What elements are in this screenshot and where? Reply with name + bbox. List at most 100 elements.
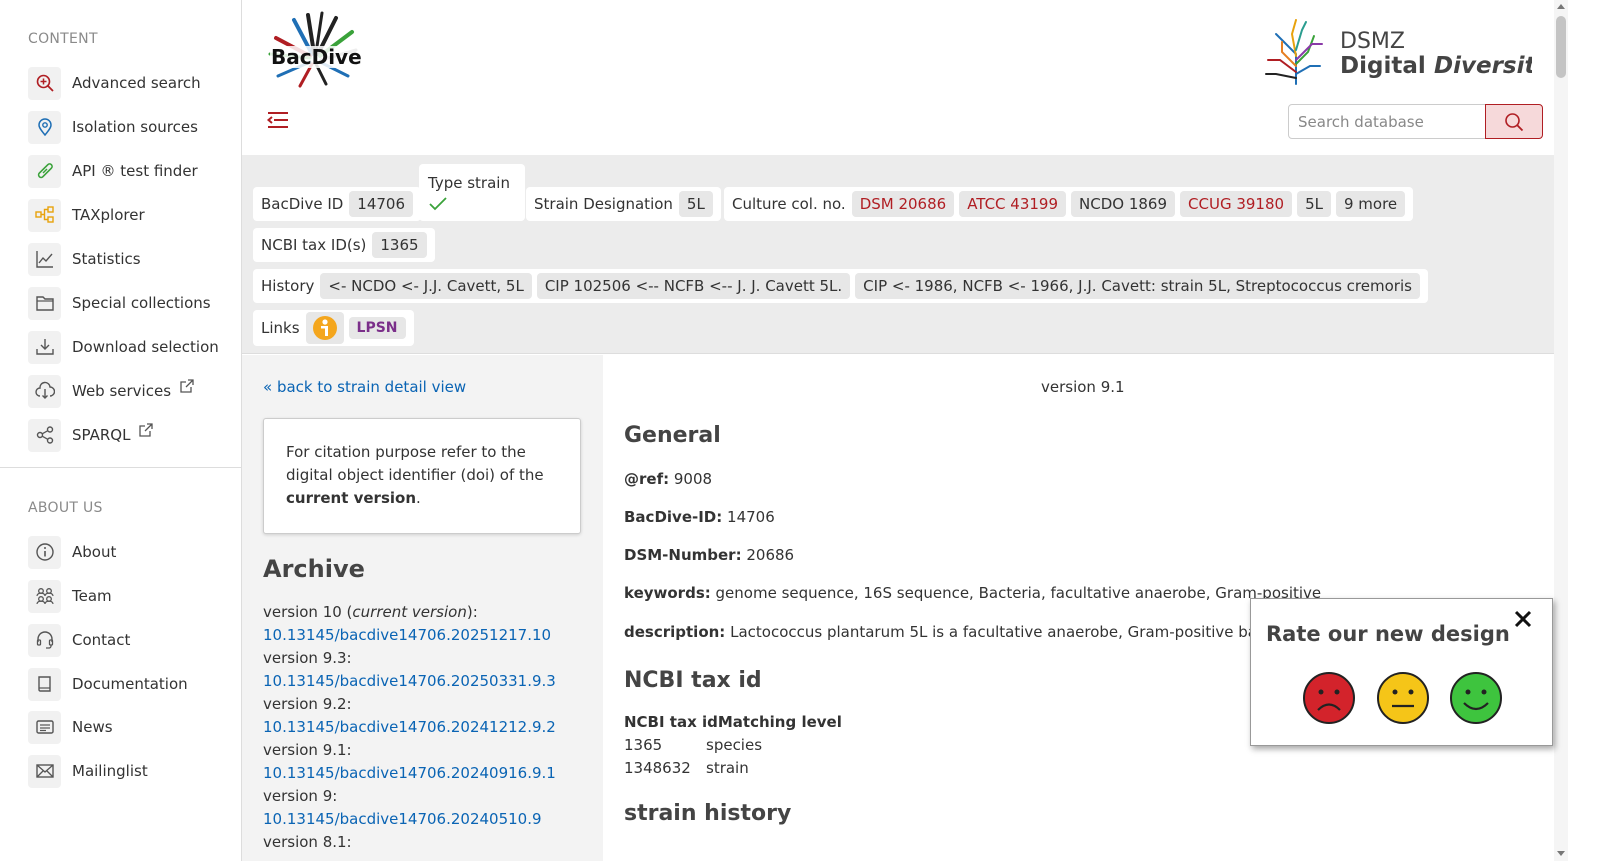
bacdive-id-group: BacDive ID 14706	[253, 187, 422, 221]
sidebar-item-sparql[interactable]: SPARQL	[28, 418, 228, 452]
cloud-download-icon	[28, 374, 61, 408]
info-link-button[interactable]	[305, 312, 344, 344]
happy-face-icon[interactable]	[1449, 671, 1503, 725]
archive-title: Archive	[263, 555, 365, 583]
external-link-icon	[180, 379, 194, 393]
sidebar-divider	[0, 467, 241, 468]
history-group: History <- NCDO <- J.J. Cavett, 5L CIP 1…	[253, 269, 1428, 303]
sidebar-item-isolation-sources[interactable]: Isolation sources	[28, 110, 228, 144]
dsmz-digital-diversity-logo[interactable]: DSMZ Digital Diversity	[1262, 14, 1532, 86]
strain-history-section-title: strain history	[624, 801, 792, 826]
folder-icon	[28, 286, 61, 320]
line-chart-icon	[28, 242, 61, 276]
description-field: description: Lactococcus plantarum 5L is…	[624, 623, 1315, 641]
download-icon	[28, 330, 61, 364]
test-tube-icon	[28, 154, 61, 188]
headset-icon	[28, 623, 61, 657]
strain-info-bar: BacDive ID 14706 Type strain Strain Desi…	[242, 155, 1554, 354]
bacdive-id-chip: 14706	[349, 191, 414, 217]
scroll-thumb[interactable]	[1556, 16, 1566, 78]
ncbi-tax-group: NCBI tax ID(s) 1365	[253, 228, 435, 262]
culture-chip-ncdo: NCDO 1869	[1071, 191, 1176, 217]
sidebar-item-news[interactable]: News	[28, 710, 228, 744]
dsmz-text: DSMZ	[1340, 29, 1405, 54]
lpsn-link-button[interactable]: LPSN	[348, 317, 406, 339]
sidebar-item-api-test-finder[interactable]: API ® test finder	[28, 154, 228, 188]
history-chip: <- NCDO <- J.J. Cavett, 5L	[320, 273, 532, 299]
archive-doi-link[interactable]: 10.13145/bacdive14706.20251217.10	[263, 624, 593, 647]
keywords-field: keywords: genome sequence, 16S sequence,…	[624, 584, 1322, 602]
diversity-text: Diversity	[1434, 53, 1532, 79]
sidebar-item-contact[interactable]: Contact	[28, 623, 228, 657]
links-group: Links LPSN	[253, 310, 414, 346]
version-label: version 9.1	[1041, 378, 1125, 396]
share-nodes-icon	[28, 418, 61, 452]
culture-chip-ccug[interactable]: CCUG 39180	[1180, 191, 1293, 217]
info-icon	[28, 535, 61, 569]
sidebar-item-statistics[interactable]: Statistics	[28, 242, 228, 276]
bacdive-id-field: BacDive-ID: 14706	[624, 508, 775, 526]
about-heading: ABOUT US	[28, 500, 103, 516]
sidebar-item-taxplorer[interactable]: TAXplorer	[28, 198, 228, 232]
search-plus-icon	[28, 66, 61, 100]
close-icon[interactable]	[1513, 609, 1533, 629]
team-icon	[28, 579, 61, 613]
table-header-row: NCBI tax id Matching level	[624, 713, 842, 731]
culture-chip-atcc[interactable]: ATCC 43199	[959, 191, 1067, 217]
designation-chip: 5L	[678, 191, 713, 217]
location-pin-icon	[28, 110, 61, 144]
general-section-title: General	[624, 423, 721, 448]
rate-design-popup: Rate our new design	[1250, 598, 1553, 746]
archive-doi-link[interactable]: 10.13145/bacdive14706.20240916.9.1	[263, 762, 593, 785]
ncbi-tax-table: NCBI tax id Matching level 1365 species 13…	[624, 711, 842, 780]
table-row: 1348632 strain	[624, 759, 749, 777]
bacdive-logo-text: BacDive	[271, 45, 362, 69]
search-button[interactable]	[1485, 104, 1543, 139]
sidebar-item-download-selection[interactable]: Download selection	[28, 330, 228, 364]
checkmark-icon	[429, 196, 447, 210]
sidebar-item-documentation[interactable]: Documentation	[28, 667, 228, 701]
archive-version-label: version 9:	[263, 787, 338, 805]
sidebar-item-mailinglist[interactable]: Mailinglist	[28, 754, 228, 788]
scroll-up-arrow[interactable]	[1557, 4, 1565, 9]
dsm-number-field: DSM-Number: 20686	[624, 546, 795, 564]
header: BacDive DSMZ Digital Diversity	[242, 0, 1600, 155]
menu-toggle-icon[interactable]	[266, 108, 290, 132]
archive-version-label: version 9.1:	[263, 741, 352, 759]
archive-doi-link[interactable]: 10.13145/bacdive14706.20241212.9.2	[263, 716, 593, 739]
search-icon	[1505, 112, 1524, 131]
content-heading: CONTENT	[28, 31, 98, 47]
ncbi-id-chip: 1365	[372, 232, 427, 258]
sidebar-item-special-collections[interactable]: Special collections	[28, 286, 228, 320]
archive-list: version 10 (current version): 10.13145/b…	[263, 601, 593, 854]
citation-notice: For citation purpose refer to the digita…	[263, 418, 581, 534]
archive-doi-link[interactable]: 10.13145/bacdive14706.20240510.9	[263, 808, 593, 831]
taxonomy-tree-icon	[28, 198, 61, 232]
back-to-strain-link[interactable]: « back to strain detail view	[263, 378, 466, 396]
history-chip: CIP 102506 <-- NCFB <-- J. J. Cavett 5L.	[536, 273, 851, 299]
culture-chip-5l: 5L	[1297, 191, 1331, 217]
sidebar-item-about[interactable]: About	[28, 535, 228, 569]
archive-doi-link[interactable]: 10.13145/bacdive14706.20250331.9.3	[263, 670, 593, 693]
ncbi-section-title: NCBI tax id	[624, 668, 762, 693]
book-icon	[28, 667, 61, 701]
scroll-down-arrow[interactable]	[1557, 851, 1565, 856]
page-scrollbar[interactable]	[1554, 0, 1568, 861]
sidebar-item-web-services[interactable]: Web services	[28, 374, 228, 408]
info-person-icon	[312, 316, 337, 340]
archive-version-label: version 10 (current version):	[263, 603, 478, 621]
neutral-face-icon[interactable]	[1376, 671, 1430, 725]
ref-field: @ref: 9008	[624, 470, 713, 488]
more-culture-button[interactable]: 9 more	[1335, 191, 1406, 217]
sad-face-icon[interactable]	[1302, 671, 1356, 725]
bacdive-logo[interactable]: BacDive	[264, 10, 364, 90]
search-input[interactable]	[1288, 104, 1486, 139]
archive-version-label: version 8.1:	[263, 833, 352, 851]
culture-chip-dsm[interactable]: DSM 20686	[851, 191, 955, 217]
type-strain-group: Type strain	[419, 164, 525, 221]
sidebar-item-advanced-search[interactable]: Advanced search	[28, 66, 228, 100]
culture-collection-group: Culture col. no. DSM 20686 ATCC 43199 NC…	[724, 187, 1414, 221]
sidebar-item-team[interactable]: Team	[28, 579, 228, 613]
archive-panel: « back to strain detail view For citatio…	[242, 355, 603, 861]
rate-title: Rate our new design	[1266, 622, 1510, 646]
